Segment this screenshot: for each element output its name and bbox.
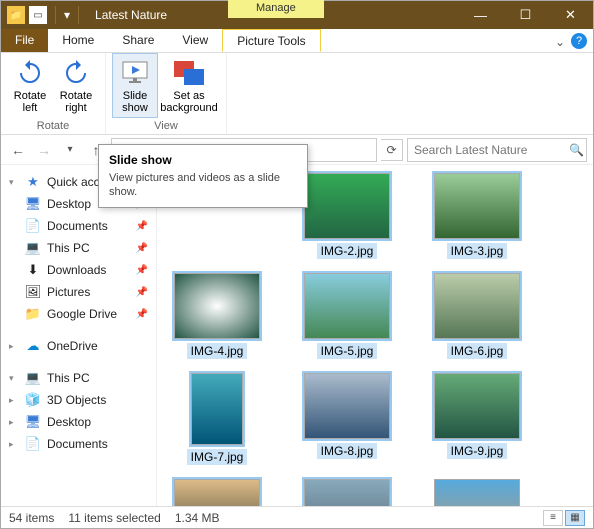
file-thumb[interactable]: IMG-4.jpg — [165, 273, 269, 359]
refresh-button[interactable]: ⟳ — [381, 139, 403, 161]
tab-picture-tools[interactable]: Picture Tools — [222, 29, 320, 52]
file-thumb[interactable]: IMG-8.jpg — [295, 373, 399, 465]
nav-back-button[interactable]: ← — [7, 139, 29, 161]
search-icon: 🔍 — [569, 143, 584, 157]
folder-icon: 📁 — [25, 306, 41, 322]
minimize-button[interactable]: — — [458, 1, 503, 29]
tooltip: Slide show View pictures and videos as a… — [98, 144, 308, 208]
qat-dropdown-icon[interactable]: ▾ — [64, 8, 70, 22]
ribbon-tabs: File Home Share View Picture Tools ⌄ ? — [1, 29, 593, 53]
documents-icon: 📄 — [25, 218, 41, 234]
tab-view[interactable]: View — [168, 29, 222, 52]
rotate-left-label: Rotate left — [14, 90, 46, 114]
tab-share[interactable]: Share — [108, 29, 168, 52]
ribbon-group-view-label: View — [154, 118, 178, 134]
status-size: 1.34 MB — [175, 511, 220, 525]
file-thumb[interactable]: IMG-7.jpg — [165, 373, 269, 465]
pin-icon: 📌 — [136, 243, 148, 254]
pictures-icon: 🖼 — [25, 284, 41, 300]
maximize-button[interactable]: ☐ — [503, 1, 548, 29]
nav-desktop-2[interactable]: ▸🖥Desktop — [1, 411, 156, 433]
status-selected-count: 11 items selected — [68, 511, 161, 525]
file-thumb[interactable]: IMG-6.jpg — [425, 273, 529, 359]
file-thumb[interactable]: IMG-12.jpg — [425, 479, 529, 506]
content-area[interactable]: IMG-2.jpg IMG-3.jpg IMG-4.jpg IMG-5.jpg … — [157, 165, 593, 506]
tab-file[interactable]: File — [1, 29, 48, 52]
rotate-right-button[interactable]: Rotate right — [53, 53, 99, 118]
close-button[interactable]: ✕ — [548, 1, 593, 29]
tooltip-body: View pictures and videos as a slide show… — [109, 171, 297, 199]
objects3d-icon: 🧊 — [25, 392, 41, 408]
star-icon: ★ — [25, 174, 41, 190]
set-background-button[interactable]: Set as background — [158, 53, 220, 118]
file-thumb[interactable]: IMG-2.jpg — [295, 173, 399, 259]
desktop-icon: 🖥 — [25, 196, 41, 212]
file-thumb[interactable]: IMG-5.jpg — [295, 273, 399, 359]
rotate-right-label: Rotate right — [60, 90, 92, 114]
pin-icon: 📌 — [136, 287, 148, 298]
pc-icon: 💻 — [25, 240, 41, 256]
file-thumb[interactable]: IMG-10.jpg — [165, 479, 269, 506]
ribbon-collapse-icon[interactable]: ⌄ — [555, 35, 565, 49]
downloads-icon: ⬇ — [25, 262, 41, 278]
thumbnails-view-button[interactable]: ▦ — [565, 510, 585, 526]
nav-pictures[interactable]: 🖼Pictures📌 — [1, 281, 156, 303]
titlebar: 📁 ▭ ▾ Latest Nature Manage — ☐ ✕ — [1, 1, 593, 29]
search-box[interactable]: 🔍 — [407, 138, 587, 162]
tooltip-title: Slide show — [109, 153, 297, 167]
ribbon-group-rotate-label: Rotate — [37, 118, 69, 134]
properties-icon[interactable]: ▭ — [29, 6, 47, 24]
tab-home[interactable]: Home — [48, 29, 108, 52]
pin-icon: 📌 — [136, 221, 148, 232]
help-icon[interactable]: ? — [571, 33, 587, 49]
pc-icon: 💻 — [25, 370, 41, 386]
set-background-icon — [174, 58, 204, 88]
nav-3d-objects[interactable]: ▸🧊3D Objects — [1, 389, 156, 411]
nav-pane: ▾★Quick access 🖥Desktop📌 📄Documents📌 💻Th… — [1, 165, 157, 506]
nav-forward-button[interactable]: → — [33, 139, 55, 161]
rotate-left-button[interactable]: Rotate left — [7, 53, 53, 118]
documents-icon: 📄 — [25, 436, 41, 452]
nav-documents[interactable]: 📄Documents📌 — [1, 215, 156, 237]
details-view-button[interactable]: ≡ — [543, 510, 563, 526]
file-thumb[interactable]: IMG-9.jpg — [425, 373, 529, 465]
rotate-left-icon — [15, 58, 45, 88]
slide-show-label: Slide show — [122, 90, 148, 114]
status-bar: 54 items 11 items selected 1.34 MB ≡ ▦ — [1, 506, 593, 528]
desktop-icon: 🖥 — [25, 414, 41, 430]
slide-show-icon — [120, 58, 150, 88]
window-title: Latest Nature — [95, 8, 167, 22]
status-item-count: 54 items — [9, 511, 54, 525]
nav-this-pc[interactable]: 💻This PC📌 — [1, 237, 156, 259]
nav-google-drive[interactable]: 📁Google Drive📌 — [1, 303, 156, 325]
onedrive-icon: ☁ — [25, 338, 41, 354]
file-thumb[interactable]: IMG-3.jpg — [425, 173, 529, 259]
search-input[interactable] — [414, 143, 569, 157]
folder-icon: 📁 — [7, 6, 25, 24]
nav-documents-2[interactable]: ▸📄Documents — [1, 433, 156, 455]
rotate-right-icon — [61, 58, 91, 88]
nav-downloads[interactable]: ⬇Downloads📌 — [1, 259, 156, 281]
pin-icon: 📌 — [136, 265, 148, 276]
nav-history-dropdown[interactable]: ▾ — [59, 139, 81, 161]
nav-onedrive[interactable]: ▸☁OneDrive — [1, 335, 156, 357]
slide-show-button[interactable]: Slide show — [112, 53, 158, 118]
nav-this-pc-2[interactable]: ▾💻This PC — [1, 367, 156, 389]
set-background-label: Set as background — [160, 90, 218, 114]
file-thumb[interactable]: IMG-11.jpg — [295, 479, 399, 506]
context-tab-label: Manage — [228, 0, 324, 18]
pin-icon: 📌 — [136, 309, 148, 320]
ribbon: Rotate left Rotate right Rotate Slide sh… — [1, 53, 593, 135]
